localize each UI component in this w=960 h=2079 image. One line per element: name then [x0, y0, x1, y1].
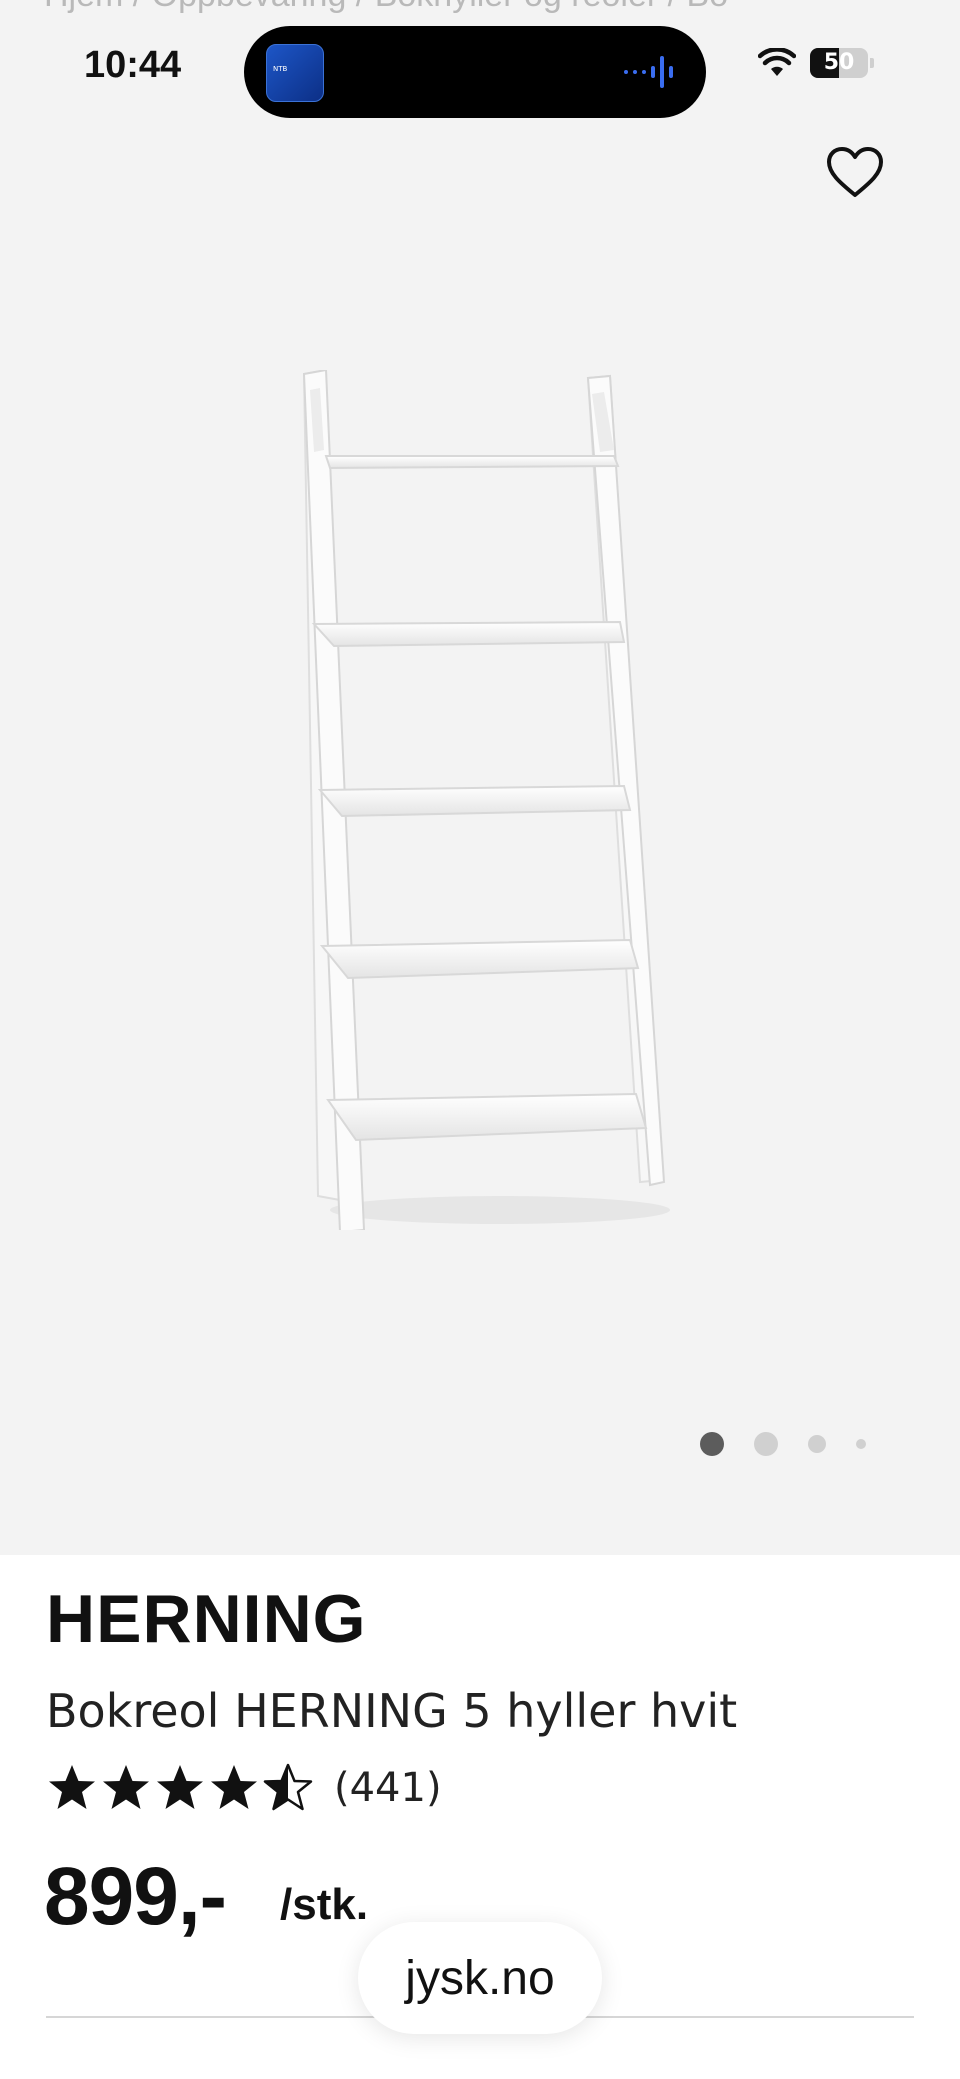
status-indicators: 50: [758, 48, 874, 78]
image-dot-1[interactable]: [700, 1432, 724, 1456]
image-pagination: [700, 1432, 866, 1456]
image-dot-4[interactable]: [856, 1439, 866, 1449]
rating-count: (441): [334, 1765, 442, 1811]
favorite-heart-icon[interactable]: [824, 142, 886, 204]
status-time: 10:44: [84, 44, 182, 86]
battery-percent: 50: [823, 50, 855, 75]
wifi-icon: [758, 48, 796, 76]
browser-url-pill[interactable]: jysk.no: [358, 1922, 602, 2034]
product-name: Bokreol HERNING 5 hyller hvit: [46, 1684, 738, 1738]
status-bar: Hjem / Oppbevaring / Bokhyller og reoler…: [0, 0, 960, 120]
price-unit: /stk.: [280, 1880, 369, 1929]
half-star-icon: [263, 1763, 313, 1811]
product-price: 899,-: [44, 1851, 227, 1942]
product-rating[interactable]: (441): [46, 1762, 442, 1814]
audio-wave-icon: [624, 56, 673, 88]
image-dot-2[interactable]: [754, 1432, 778, 1456]
dynamic-island[interactable]: NTB: [244, 26, 706, 118]
live-activity-app-icon: NTB: [266, 44, 324, 102]
image-dot-3[interactable]: [808, 1435, 826, 1453]
battery-cap: [870, 58, 874, 68]
star-icon: [103, 1765, 149, 1809]
live-activity-app-label: NTB: [273, 65, 288, 73]
star-icon: [49, 1765, 95, 1809]
breadcrumb[interactable]: Hjem / Oppbevaring / Bokhyller og reoler…: [44, 0, 728, 15]
product-brand: HERNING: [46, 1581, 367, 1657]
product-gallery[interactable]: [0, 120, 960, 1555]
battery-indicator: 50: [810, 48, 868, 78]
product-image-bookshelf[interactable]: [300, 370, 680, 1230]
star-icon: [211, 1765, 257, 1809]
star-icon: [157, 1765, 203, 1809]
